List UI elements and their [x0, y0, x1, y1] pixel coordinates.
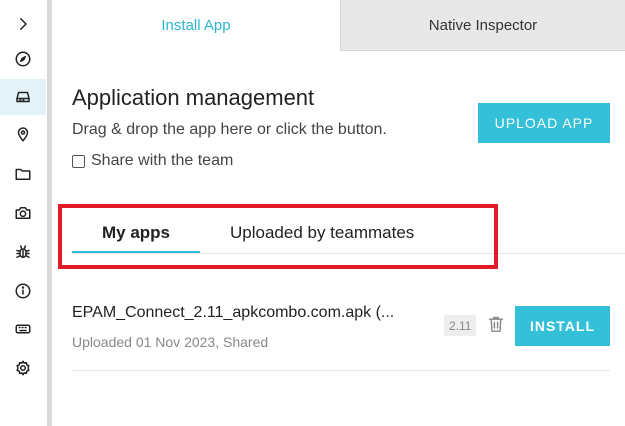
gear-icon [16, 360, 30, 376]
share-label: Share with the team [91, 152, 234, 169]
sidebar-item-device[interactable] [0, 79, 46, 115]
app-subtabs: My apps Uploaded by teammates [52, 201, 625, 254]
camera-icon [15, 207, 31, 219]
sidebar [0, 0, 48, 426]
main-panel: Application management Drag & drop the a… [52, 51, 625, 426]
sidebar-item-camera[interactable] [0, 195, 46, 231]
tab-my-apps[interactable]: My apps [102, 223, 170, 243]
tab-native-inspector[interactable]: Native Inspector [340, 0, 625, 51]
sidebar-item-location[interactable] [0, 116, 46, 152]
trash-icon [488, 316, 504, 332]
tab-uploaded-by-teammates[interactable]: Uploaded by teammates [230, 223, 414, 243]
tab-install-app[interactable]: Install App [52, 0, 340, 51]
folder-icon [15, 168, 31, 180]
share-with-team-checkbox[interactable]: Share with the team [72, 152, 233, 170]
location-pin-icon [17, 127, 29, 142]
chevron-right-icon [20, 18, 27, 30]
upload-app-button[interactable]: UPLOAD APP [478, 103, 610, 143]
sidebar-expand-button[interactable] [0, 4, 46, 44]
list-item: EPAM_Connect_2.11_apkcombo.com.apk (... … [72, 289, 625, 371]
app-upload-info: Uploaded 01 Nov 2023, Shared [72, 334, 269, 350]
delete-app-button[interactable] [486, 313, 506, 335]
keyboard-icon [15, 324, 31, 334]
sidebar-item-compass[interactable] [0, 41, 46, 77]
app-name: EPAM_Connect_2.11_apkcombo.com.apk (... [72, 304, 395, 321]
sidebar-item-debug[interactable] [0, 234, 46, 270]
tabs-divider [72, 253, 625, 254]
info-icon [15, 283, 31, 299]
sidebar-item-files[interactable] [0, 156, 46, 192]
version-badge: 2.11 [444, 315, 477, 336]
checkbox-box[interactable] [72, 154, 85, 168]
install-button[interactable]: INSTALL [515, 306, 610, 346]
drawer-icon [16, 91, 30, 103]
bug-icon [16, 245, 30, 258]
top-tabs: Install App Native Inspector [52, 0, 625, 51]
compass-icon [15, 51, 31, 67]
sidebar-item-keyboard[interactable] [0, 311, 46, 347]
item-divider [72, 370, 610, 371]
sidebar-item-settings[interactable] [0, 350, 46, 386]
sidebar-item-info[interactable] [0, 273, 46, 309]
drop-hint: Drag & drop the app here or click the bu… [72, 121, 387, 138]
page-title: Application management [72, 85, 315, 110]
